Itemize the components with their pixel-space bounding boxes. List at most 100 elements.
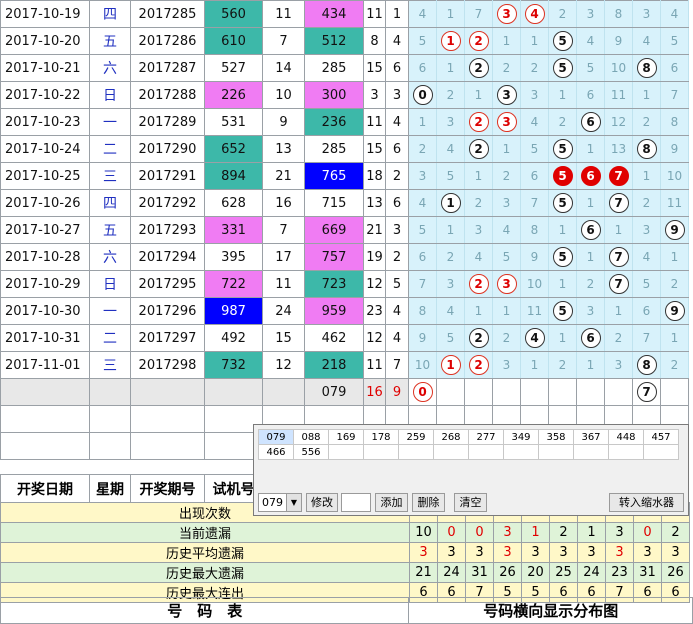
combo-value: 079 — [262, 496, 283, 509]
miss-count: 6 — [418, 249, 427, 264]
distribution-cell-8: 6 — [632, 297, 661, 325]
candidate-item[interactable]: 349 — [503, 429, 539, 445]
candidate-item[interactable]: 367 — [573, 429, 609, 445]
candidate-item[interactable]: 358 — [538, 429, 574, 445]
miss-count: 4 — [642, 33, 651, 48]
candidate-item[interactable]: 448 — [608, 429, 644, 445]
candidate-item[interactable] — [573, 444, 609, 460]
summary-row: 当前遗漏 10 0 0 3 1 2 1 3 0 2 — [0, 522, 690, 543]
candidate-item[interactable] — [363, 444, 399, 460]
issue-number: 2017286 — [130, 27, 205, 55]
result-span: 4 — [385, 27, 409, 55]
hit-ball: 6 — [580, 220, 601, 240]
summary-label: 当前遗漏 — [0, 522, 410, 543]
distribution-cell-4: 1 — [520, 27, 549, 55]
candidate-item[interactable] — [398, 444, 434, 460]
weekday: 一 — [89, 108, 131, 136]
issue-number: 2017292 — [130, 189, 205, 217]
miss-count: 2 — [446, 249, 455, 264]
distribution-cell-0: 5 — [408, 27, 437, 55]
miss-count: 3 — [614, 357, 623, 372]
hit-ball: 7 — [608, 274, 629, 294]
candidate-row: 466 556 — [258, 444, 679, 460]
send-to-filter-button[interactable]: 转入缩水器 — [609, 493, 684, 512]
draw-date: 2017-10-23 — [0, 108, 90, 136]
miss-count: 3 — [446, 114, 455, 129]
test-number: 331 — [204, 216, 263, 244]
distribution-cell-1: 1 — [436, 351, 465, 379]
distribution-cell-6: 2 — [576, 270, 605, 298]
candidate-item[interactable]: 259 — [398, 429, 434, 445]
issue-number: 2017288 — [130, 81, 205, 109]
draw-date: 2017-10-24 — [0, 135, 90, 163]
candidate-item[interactable]: 277 — [468, 429, 504, 445]
miss-count: 13 — [610, 141, 627, 156]
distribution-cell-1: 1 — [436, 54, 465, 82]
distribution-cell-1: 1 — [436, 189, 465, 217]
weekday: 六 — [89, 54, 131, 82]
hit-ball: 2 — [468, 58, 489, 78]
miss-count: 8 — [418, 303, 427, 318]
summary-value: 3 — [605, 522, 634, 543]
modify-button[interactable]: 修改 — [306, 493, 338, 512]
candidate-item[interactable] — [468, 444, 504, 460]
miss-count: 3 — [418, 168, 427, 183]
chevron-down-icon[interactable]: ▼ — [286, 494, 301, 511]
miss-count: 1 — [446, 222, 455, 237]
distribution-cell-5: 5 — [548, 297, 577, 325]
distribution-cell-7: 7 — [604, 162, 633, 190]
summary-value: 31 — [633, 562, 662, 583]
distribution-cell-2: 2 — [464, 324, 493, 352]
clear-button[interactable]: 清空 — [454, 493, 487, 512]
delete-button[interactable]: 删除 — [412, 493, 445, 512]
miss-count: 1 — [530, 33, 539, 48]
result-span: 6 — [385, 54, 409, 82]
miss-count: 6 — [670, 60, 679, 75]
number-input[interactable] — [341, 493, 371, 512]
hit-ball: 7 — [608, 193, 629, 213]
miss-count: 2 — [418, 141, 427, 156]
candidate-item[interactable]: 079 — [258, 429, 294, 445]
distribution-cell-1: 5 — [436, 162, 465, 190]
distribution-cell-2: 2 — [464, 54, 493, 82]
miss-count: 9 — [418, 330, 427, 345]
table-row: 2017-10-23 一 2017289 531 9 236 11 4 1 3 2 3 4 2 6 12 2 8 — [0, 108, 689, 136]
result-span: 9 — [385, 378, 409, 406]
candidate-item[interactable] — [503, 444, 539, 460]
summary-value: 20 — [521, 562, 550, 583]
miss-count: 5 — [530, 141, 539, 156]
candidate-item[interactable]: 178 — [363, 429, 399, 445]
distribution-cell-4: 3 — [520, 81, 549, 109]
candidate-item[interactable]: 268 — [433, 429, 469, 445]
candidate-item[interactable] — [608, 444, 644, 460]
table-row: 2017-10-25 三 2017291 894 21 765 18 2 3 5 1 2 6 5 6 7 1 10 — [0, 162, 689, 190]
candidate-item[interactable]: 556 — [293, 444, 329, 460]
weekday: 四 — [89, 189, 131, 217]
candidate-item[interactable]: 466 — [258, 444, 294, 460]
hit-ball: 6 — [580, 328, 601, 348]
candidate-item[interactable] — [433, 444, 469, 460]
candidate-item[interactable]: 169 — [328, 429, 364, 445]
miss-count: 5 — [418, 33, 427, 48]
distribution-cell-0: 0 — [408, 378, 437, 406]
candidate-item[interactable]: 088 — [293, 429, 329, 445]
distribution-cell-7 — [604, 378, 633, 406]
candidate-item[interactable] — [643, 444, 679, 460]
distribution-cell-8: 3 — [632, 0, 661, 28]
distribution-cell-1 — [436, 378, 465, 406]
distribution-cell-1: 1 — [436, 27, 465, 55]
candidate-combo[interactable]: 079 ▼ — [258, 493, 302, 512]
draw-date: 2017-10-20 — [0, 27, 90, 55]
candidate-item[interactable] — [538, 444, 574, 460]
test-sum: 9 — [262, 108, 305, 136]
distribution-cell-3: 1 — [492, 297, 521, 325]
distribution-cell-5: 5 — [548, 162, 577, 190]
distribution-cell-3: 3 — [492, 0, 521, 28]
candidate-number-panel[interactable]: 079 088 169 178 259 268 277 349 358 367 448 457 466 5… — [253, 424, 689, 516]
candidate-item[interactable] — [328, 444, 364, 460]
candidate-item[interactable]: 457 — [643, 429, 679, 445]
distribution-cell-5: 1 — [548, 81, 577, 109]
miss-count: 11 — [526, 303, 543, 318]
add-button[interactable]: 添加 — [375, 493, 408, 512]
distribution-cell-2: 1 — [464, 162, 493, 190]
